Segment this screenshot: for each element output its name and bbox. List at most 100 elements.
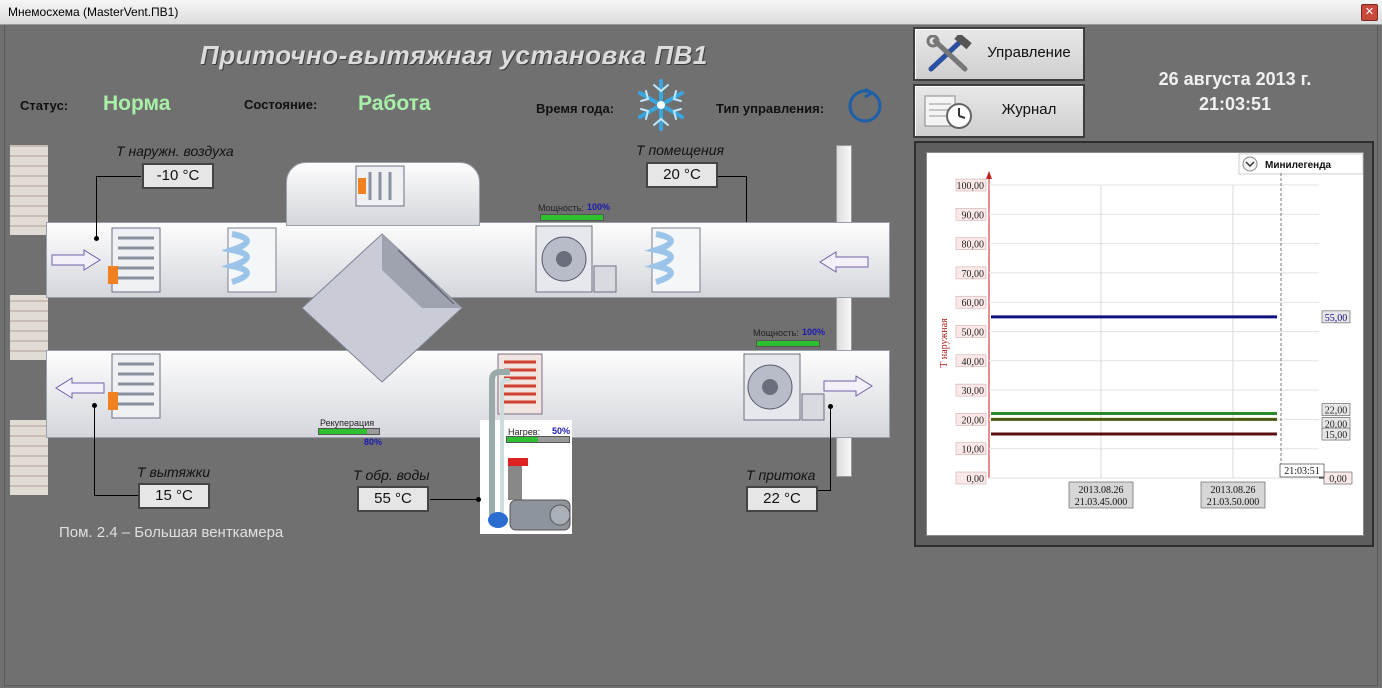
fan-top-power-fill [541, 215, 603, 220]
y-axis-label: Т наружная [939, 318, 950, 368]
exhaust-damper-icon [108, 353, 161, 419]
fan-top-power-value: 100% [587, 202, 611, 212]
intake-damper-icon [108, 227, 161, 293]
journal-clock-icon [924, 95, 972, 129]
exhaust-connector-v [94, 405, 95, 495]
outdoor-connector [97, 176, 141, 177]
room-connector-v [746, 176, 747, 222]
window-titlebar: Мнемосхема (MasterVent.ПВ1) ✕ [0, 0, 1382, 25]
exhaust-arrow-icon [55, 377, 105, 399]
return-arrow-icon [819, 251, 869, 273]
series-value-label: 0,00 [1329, 474, 1347, 485]
supply-temp-value: 22 °C [746, 486, 818, 512]
supply-temp-label: Т притока [746, 467, 816, 483]
water-connector [430, 499, 478, 500]
series-value-label: 55,00 [1325, 313, 1348, 324]
supply-arrow-icon [823, 375, 873, 397]
y-tick-label: 0,00 [967, 474, 985, 485]
room-temp-label: Т помещения [636, 142, 724, 158]
heating-fill [507, 437, 538, 442]
minilegend-button[interactable]: Минилегенда [1238, 153, 1364, 175]
supply-fan-icon [535, 225, 617, 293]
x-tick-date: 2013.08.26 [1079, 485, 1124, 496]
recuperator-icon [301, 233, 463, 383]
trend-chart-area[interactable]: Минилегенда Т наружная 0,00 10,00 20,00 30,… [926, 152, 1364, 536]
outdoor-sensor-point [94, 236, 99, 241]
pump-icon [488, 369, 571, 531]
x-tick-time: 21.03.50.000 [1207, 497, 1260, 508]
snowflake-icon[interactable] [632, 77, 690, 133]
control-type-label: Тип управления: [716, 101, 825, 116]
exhaust-connector [94, 495, 138, 496]
state-label: Состояние: [244, 97, 318, 112]
status-label: Статус: [20, 98, 69, 113]
heating-value: 50% [552, 426, 571, 436]
fan-top-power-label: Мощность: [538, 203, 584, 213]
trend-chart: Минилегенда Т наружная 0,00 10,00 20,00 30,… [939, 153, 1364, 509]
fan-bottom-power-value: 100% [802, 327, 826, 337]
fan-bottom-power-fill [757, 341, 819, 346]
journal-button-label: Журнал [1001, 101, 1057, 118]
room-connector [718, 176, 746, 177]
series-value-label: 22,00 [1325, 406, 1348, 417]
season-label: Время года: [536, 101, 615, 116]
close-button[interactable]: ✕ [1361, 4, 1378, 21]
room-note: Пом. 2.4 – Большая венткамера [59, 524, 284, 541]
bypass-damper-icon [355, 165, 405, 207]
supply-filter2-icon [644, 227, 701, 293]
outdoor-temp-value: -10 °C [142, 163, 214, 189]
y-tick-label: 80,00 [962, 240, 985, 251]
trend-panel: Минилегенда Т наружная 0,00 10,00 20,00 30,… [914, 141, 1374, 547]
fan-bottom-power-bar [756, 340, 820, 347]
wall-left-bottom [10, 420, 48, 495]
outdoor-connector-v [96, 176, 97, 238]
y-tick-label: 50,00 [962, 328, 985, 339]
return-water-temp-value: 55 °C [357, 486, 429, 512]
fan-bottom-power-label: Мощность: [753, 328, 799, 338]
series-value-label: 15,00 [1325, 430, 1348, 441]
supply-connector [818, 490, 830, 491]
journal-button[interactable]: Журнал [913, 84, 1085, 138]
status-value: Норма [103, 92, 171, 115]
x-tick-time: 21.03.45.000 [1075, 497, 1128, 508]
wall-left-mid [10, 295, 48, 360]
exhaust-sensor-point [92, 403, 97, 408]
water-sensor-point [476, 497, 481, 502]
window-title: Мнемосхема (MasterVent.ПВ1) [8, 5, 179, 19]
control-button[interactable]: Управление [913, 27, 1085, 81]
y-tick-label: 60,00 [962, 298, 985, 309]
y-tick-label: 90,00 [962, 210, 985, 221]
chevron-down-icon [1242, 156, 1258, 172]
supply-sensor-point [828, 404, 833, 409]
y-axis-arrow [986, 171, 992, 179]
supply-filter-icon [222, 227, 277, 293]
state-value: Работа [358, 92, 431, 115]
page-title: Приточно-вытяжная установка ПВ1 [200, 40, 708, 70]
recuperation-label: Рекуперация [320, 418, 375, 428]
exhaust-temp-value: 15 °C [138, 483, 210, 509]
control-mode-icon[interactable] [845, 86, 885, 126]
room-temp-value: 20 °C [646, 162, 718, 188]
recuperation-fill [319, 429, 367, 434]
recuperation-value: 80% [364, 437, 383, 447]
recuperation-bar [318, 428, 380, 435]
return-water-temp-label: Т обр. воды [353, 467, 430, 483]
wall-left-top [10, 145, 48, 235]
current-time: 21:03:51 [1198, 94, 1272, 114]
y-tick-label: 20,00 [962, 415, 985, 426]
exhaust-temp-label: Т вытяжки [137, 464, 211, 480]
tools-icon [926, 35, 972, 72]
y-tick-label: 70,00 [962, 269, 985, 280]
supply-connector-v [830, 406, 831, 491]
current-date: 26 августа 2013 г. [1158, 69, 1312, 89]
y-tick-label: 100,00 [957, 181, 985, 192]
intake-arrow-icon [51, 249, 101, 271]
x-tick-date: 2013.08.26 [1211, 485, 1256, 496]
fan-top-power-bar [540, 214, 604, 221]
heating-bar [506, 436, 570, 443]
control-button-label: Управление [987, 44, 1071, 61]
minilegend-label: Минилегенда [1265, 160, 1332, 171]
outdoor-temp-label: Т наружн. воздуха [116, 143, 234, 159]
y-tick-label: 10,00 [962, 445, 985, 456]
y-tick-label: 30,00 [962, 386, 985, 397]
